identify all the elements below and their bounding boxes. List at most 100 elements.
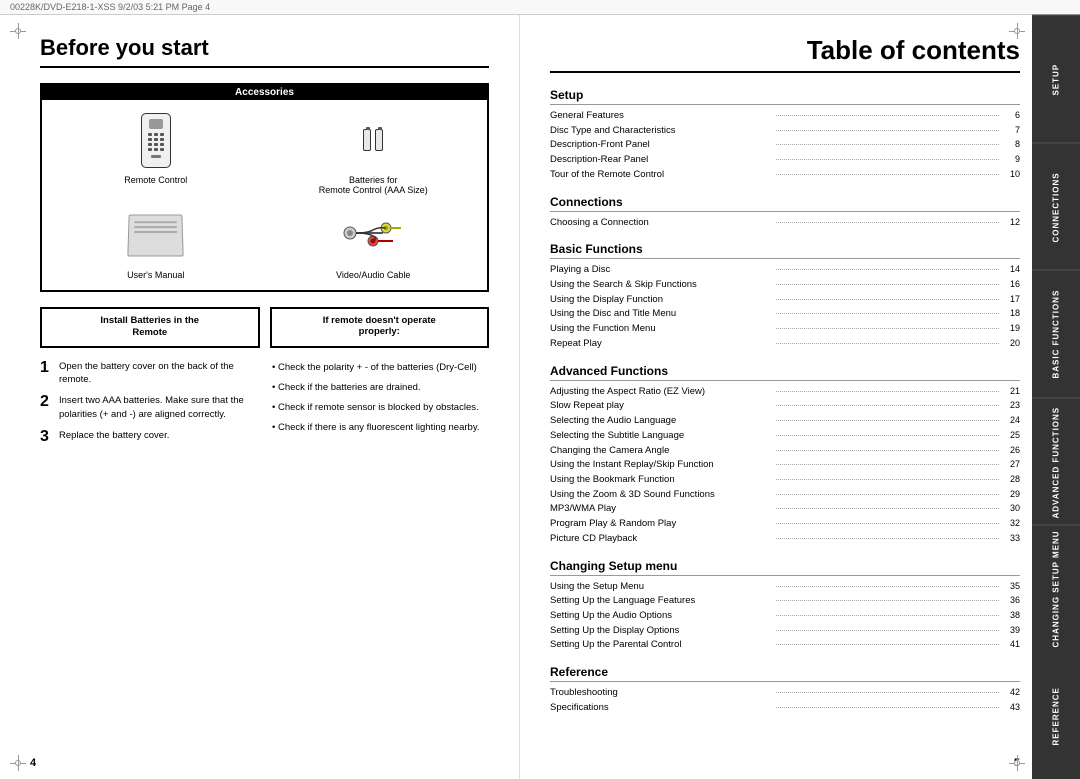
toc-page-3-4: 26: [1002, 444, 1020, 458]
header-bar: 00228K/DVD-E218-1-XSS 9/2/03 5:21 PM Pag…: [0, 0, 1080, 15]
toc-page-3-2: 24: [1002, 414, 1020, 428]
toc-entry-label-4-0: Using the Setup Menu: [550, 580, 773, 595]
toc-page-2-3: 18: [1002, 307, 1020, 321]
toc-page-0-4: 10: [1002, 168, 1020, 182]
step-1: 1 Open the battery cover on the back of …: [40, 360, 257, 387]
toc-page-5-0: 42: [1002, 686, 1020, 700]
accessories-box: Accessories Remote Control: [40, 83, 489, 292]
toc-entry-2-5: Repeat Play20: [550, 337, 1020, 352]
toc-section-4: Changing Setup menu Using the Setup Menu 3…: [550, 559, 1020, 654]
toc-entry-label-2-5: Repeat Play: [550, 337, 773, 352]
toc-entry-3-8: MP3/WMA Play 30: [550, 502, 1020, 517]
toc-page-3-10: 33: [1002, 532, 1020, 546]
toc-entry-label-4-1: Setting Up the Language Features: [550, 594, 773, 609]
tab-connections[interactable]: CONNECTIONS: [1032, 143, 1080, 271]
toc-dots-2-0: [776, 269, 999, 270]
toc-section-title-3: Advanced Functions: [550, 364, 1020, 381]
toc-entry-3-10: Picture CD Playback33: [550, 532, 1020, 547]
toc-entry-label-3-1: Slow Repeat play: [550, 399, 773, 414]
toc-entry-label-4-4: Setting Up the Parental Control: [550, 638, 773, 653]
toc-page-4-0: 35: [1002, 580, 1020, 594]
toc-entry-4-3: Setting Up the Display Options39: [550, 624, 1020, 639]
tab-setup[interactable]: SETUP: [1032, 15, 1080, 143]
toc-section-title-0: Setup: [550, 88, 1020, 105]
if-remote-title: If remote doesn't operateproperly:: [280, 315, 480, 337]
toc-section-title-5: Reference: [550, 665, 1020, 682]
toc-page-4-2: 38: [1002, 609, 1020, 623]
toc-section-1: ConnectionsChoosing a Connection12: [550, 195, 1020, 231]
accessory-cable: Video/Audio Cable: [270, 205, 478, 280]
toc-dots-3-4: [776, 450, 999, 451]
tab-advanced-functions[interactable]: ADVANCED FUNCTIONS: [1032, 398, 1080, 526]
toc-section-5: ReferenceTroubleshooting42Specifications…: [550, 665, 1020, 715]
toc-entry-0-2: Description-Front Panel8: [550, 138, 1020, 153]
toc-page-3-3: 25: [1002, 429, 1020, 443]
cable-icon: [333, 205, 413, 265]
toc-dots-0-2: [776, 144, 999, 145]
accessory-batteries: Batteries forRemote Control (AAA Size): [270, 110, 478, 195]
toc-page-3-5: 27: [1002, 458, 1020, 472]
cable-label: Video/Audio Cable: [336, 270, 410, 280]
toc-entry-label-3-0: Adjusting the Aspect Ratio (EZ View): [550, 385, 773, 400]
lower-section: Install Batteries in theRemote If remote…: [40, 307, 489, 348]
toc-dots-3-8: [776, 508, 999, 509]
toc-entry-2-3: Using the Disc and Title Menu18: [550, 307, 1020, 322]
toc-dots-3-2: [776, 420, 999, 421]
toc-page-2-0: 14: [1002, 263, 1020, 277]
tab-basic-functions[interactable]: BASIC FUNCTIONS: [1032, 270, 1080, 398]
toc-entry-label-0-4: Tour of the Remote Control: [550, 168, 773, 183]
toc-entry-label-3-6: Using the Bookmark Function: [550, 473, 773, 488]
toc-entry-label-5-1: Specifications: [550, 701, 773, 716]
toc-entry-label-3-8: MP3/WMA Play: [550, 502, 773, 517]
steps-column: 1 Open the battery cover on the back of …: [40, 360, 257, 453]
toc-dots-2-5: [776, 343, 999, 344]
tab-changing-setup[interactable]: CHANGING SETUP MENU: [1032, 525, 1080, 653]
batteries-icon: [333, 110, 413, 170]
toc-entry-label-0-0: General Features: [550, 109, 773, 124]
crosshair-top-right: [1009, 23, 1025, 39]
toc-dots-3-6: [776, 479, 999, 480]
toc-entry-label-2-4: Using the Function Menu: [550, 322, 773, 337]
toc-page-2-1: 16: [1002, 278, 1020, 292]
toc-entry-4-0: Using the Setup Menu 35: [550, 580, 1020, 595]
toc-page-3-8: 30: [1002, 502, 1020, 516]
toc-entry-3-3: Selecting the Subtitle Language 25: [550, 429, 1020, 444]
bullet-2: • Check if the batteries are drained.: [272, 380, 489, 396]
toc-entry-label-3-3: Selecting the Subtitle Language: [550, 429, 773, 444]
step-3-num: 3: [40, 429, 54, 445]
left-page: Before you start Accessories: [0, 15, 520, 779]
toc-page-5-1: 43: [1002, 701, 1020, 715]
toc-dots-5-1: [776, 707, 999, 708]
toc-entry-label-2-0: Playing a Disc: [550, 263, 773, 278]
toc-entry-3-5: Using the Instant Replay/Skip Function27: [550, 458, 1020, 473]
toc-entry-label-2-2: Using the Display Function: [550, 293, 773, 308]
toc-entry-label-0-1: Disc Type and Characteristics: [550, 124, 773, 139]
step-1-text: Open the battery cover on the back of th…: [59, 360, 257, 387]
toc-entry-label-2-1: Using the Search & Skip Functions: [550, 278, 773, 293]
toc-dots-0-4: [776, 174, 999, 175]
toc-dots-1-0: [776, 222, 999, 223]
toc-dots-3-5: [776, 464, 999, 465]
accessory-manual: User's Manual: [52, 205, 260, 280]
toc-page-1-0: 12: [1002, 216, 1020, 230]
toc-entry-1-0: Choosing a Connection12: [550, 216, 1020, 231]
toc-dots-2-4: [776, 328, 999, 329]
toc-page-0-1: 7: [1002, 124, 1020, 138]
batteries-label: Batteries forRemote Control (AAA Size): [319, 175, 428, 195]
toc-section-title-4: Changing Setup menu: [550, 559, 1020, 576]
toc-page-4-1: 36: [1002, 594, 1020, 608]
toc-page-3-0: 21: [1002, 385, 1020, 399]
toc-entry-label-3-9: Program Play & Random Play: [550, 517, 773, 532]
left-page-title: Before you start: [40, 35, 489, 68]
toc-dots-3-9: [776, 523, 999, 524]
remote-shape: [141, 113, 171, 168]
toc-entry-label-4-3: Setting Up the Display Options: [550, 624, 773, 639]
tab-reference[interactable]: REFERENCE: [1032, 653, 1080, 779]
toc-dots-2-3: [776, 313, 999, 314]
toc-dots-3-3: [776, 435, 999, 436]
toc-section-0: SetupGeneral Features6Disc Type and Char…: [550, 88, 1020, 183]
manual-icon: [116, 205, 196, 265]
batteries-shape: [363, 129, 383, 151]
toc-dots-0-1: [776, 130, 999, 131]
toc-entry-0-4: Tour of the Remote Control 10: [550, 168, 1020, 183]
